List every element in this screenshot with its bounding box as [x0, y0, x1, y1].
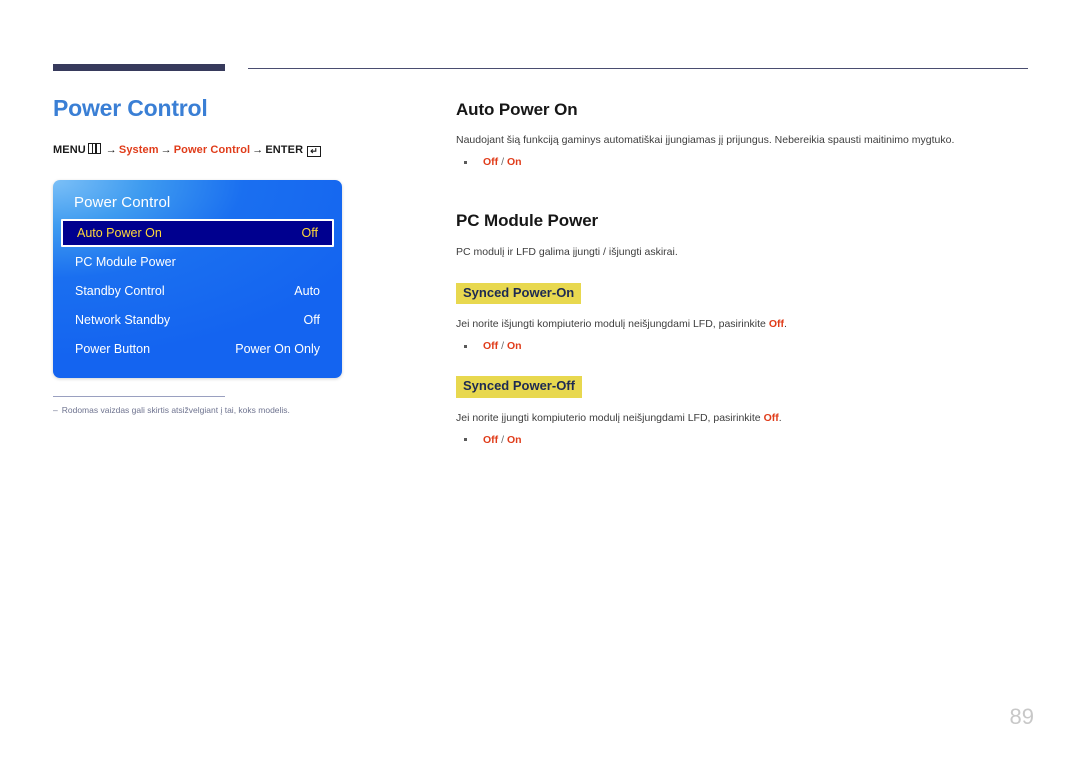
option-list-auto-power-on: Off / On [456, 156, 1036, 168]
section-description-auto-power-on: Naudojant šią funkciją gaminys automatiš… [456, 134, 955, 147]
footnote: – Rodomas vaizdas gali skirtis atsižvelgi… [53, 405, 433, 415]
osd-label-network-standby: Network Standby [75, 312, 171, 327]
osd-menu-panel: Power Control Auto Power On Off PC Modul… [53, 180, 342, 378]
osd-menu-list: Auto Power On Off PC Module Power Standb… [53, 219, 342, 363]
subsection-heading-synced-power-off: Synced Power-Off [456, 376, 582, 398]
synced-power-off-desc-post: . [778, 411, 782, 424]
page-title: Power Control [53, 95, 208, 121]
subsection-description-synced-power-on: Jei norite išjungti kompiuterio modulį n… [456, 317, 1036, 331]
osd-panel-title: Power Control [74, 194, 171, 211]
header-rule-thin [248, 68, 1028, 69]
section-description-pc-module-power: PC modulį ir LFD galima įjungti / išjung… [456, 245, 678, 258]
osd-row-auto-power-on[interactable]: Auto Power On Off [61, 219, 334, 247]
synced-power-on-desc-post: . [783, 318, 787, 331]
menu-path-menu-label: MENU [53, 143, 86, 156]
option-on: On [506, 340, 522, 353]
subsection-description-synced-power-off: Jei norite įjungti kompiuterio modulį ne… [456, 411, 1036, 425]
menu-grid-icon [87, 142, 101, 154]
synced-power-on-desc-accent: Off [768, 318, 784, 331]
option-off: Off [483, 340, 499, 353]
osd-value-power-button: Power On Only [235, 341, 320, 356]
option-off: Off [483, 433, 499, 446]
synced-power-off-desc-accent: Off [763, 411, 779, 424]
option-values-synced-power-on: Off / On [483, 340, 522, 352]
enter-key-icon: ↵ [307, 145, 322, 157]
synced-power-off-desc-pre: Jei norite įjungti kompiuterio modulį ne… [456, 411, 764, 424]
bullet-dot-icon [464, 344, 467, 348]
menu-path-step-power-control: Power Control [173, 143, 251, 156]
osd-label-auto-power-on: Auto Power On [77, 226, 162, 240]
subsection-heading-synced-power-on: Synced Power-On [456, 282, 582, 305]
option-values-synced-power-off: Off / On [483, 434, 522, 446]
bullet-dot-icon [464, 160, 467, 164]
osd-value-auto-power-on: Off [301, 226, 318, 240]
menu-path-step-system: System [118, 143, 159, 156]
osd-label-power-button: Power Button [75, 341, 151, 356]
osd-label-standby-control: Standby Control [75, 283, 165, 298]
option-separator: / [501, 156, 505, 169]
right-column: Auto Power On Naudojant šią funkciją gam… [456, 99, 1036, 446]
osd-row-pc-module-power[interactable]: PC Module Power [53, 247, 342, 276]
option-off: Off [483, 156, 499, 169]
section-heading-auto-power-on: Auto Power On [456, 100, 578, 119]
footnote-divider [53, 396, 225, 397]
osd-row-standby-control[interactable]: Standby Control Auto [53, 276, 342, 305]
option-list-synced-power-off: Off / On [456, 434, 1036, 446]
option-separator: / [501, 340, 505, 353]
option-list-synced-power-on: Off / On [456, 340, 1036, 352]
osd-label-pc-module-power: PC Module Power [75, 254, 176, 269]
option-separator: / [501, 433, 505, 446]
header-rule-thick [53, 64, 225, 71]
osd-value-network-standby: Off [303, 312, 320, 327]
option-values-auto-power-on: Off / On [483, 156, 522, 168]
left-column: Power Control MENU → System → Power Control →… [53, 95, 423, 157]
menu-path-enter-label: ENTER [265, 143, 304, 156]
footnote-dash: – [53, 405, 58, 415]
page-number: 89 [1009, 704, 1034, 729]
menu-path-breadcrumb: MENU → System → Power Control → ENTER ↵ [53, 142, 423, 157]
menu-path-arrow-3: → [252, 143, 264, 156]
option-on: On [506, 433, 522, 446]
osd-row-power-button[interactable]: Power Button Power On Only [53, 334, 342, 363]
osd-row-network-standby[interactable]: Network Standby Off [53, 305, 342, 334]
synced-power-on-desc-pre: Jei norite išjungti kompiuterio modulį n… [456, 318, 769, 331]
option-on: On [506, 156, 522, 169]
bullet-dot-icon [464, 438, 467, 442]
menu-path-arrow-1: → [105, 143, 117, 156]
osd-value-standby-control: Auto [294, 283, 320, 298]
menu-path-arrow-2: → [160, 143, 172, 156]
section-heading-pc-module-power: PC Module Power [456, 211, 599, 231]
footnote-text: Rodomas vaizdas gali skirtis atsižvelgia… [61, 405, 290, 415]
